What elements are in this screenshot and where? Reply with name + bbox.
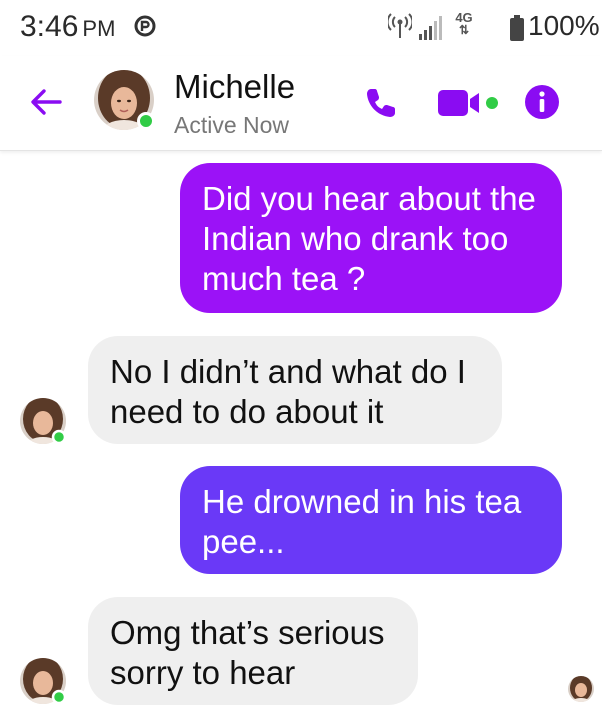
contact-status: Active Now: [174, 112, 290, 138]
network-indicator: 4G ⇅: [450, 11, 478, 37]
phone-icon[interactable]: [360, 84, 400, 124]
hotspot-icon: [388, 13, 412, 38]
battery-icon: [510, 15, 524, 41]
outgoing-message[interactable]: He drowned in his tea pee...: [180, 466, 562, 574]
incoming-message[interactable]: No I didn’t and what do I need to do abo…: [88, 336, 502, 444]
back-arrow-icon[interactable]: [28, 84, 64, 120]
info-icon[interactable]: [524, 84, 560, 120]
status-time-value: 3:46: [20, 10, 79, 43]
outgoing-message[interactable]: Did you hear about the Indian who drank …: [180, 163, 562, 313]
contact-avatar-small[interactable]: [20, 658, 66, 704]
read-receipt-avatar: [568, 676, 594, 702]
status-time-ampm: PM: [82, 16, 116, 41]
conversation-header: Michelle Active Now: [0, 56, 602, 151]
signal-icon: [419, 16, 442, 40]
contact-name: Michelle: [174, 68, 296, 105]
battery-percent: 100%: [528, 10, 600, 41]
video-camera-icon[interactable]: [436, 86, 502, 120]
contact-avatar-small[interactable]: [20, 398, 66, 444]
avatar[interactable]: [94, 70, 154, 130]
data-arrows-icon: ⇅: [458, 23, 470, 37]
status-time: 3:46 PM: [20, 10, 115, 44]
status-bar: 3:46 PM 4G ⇅ 100%: [0, 0, 602, 56]
messenger-notification-icon: [134, 15, 156, 37]
incoming-message[interactable]: Omg that’s serious sorry to hear: [88, 597, 418, 705]
